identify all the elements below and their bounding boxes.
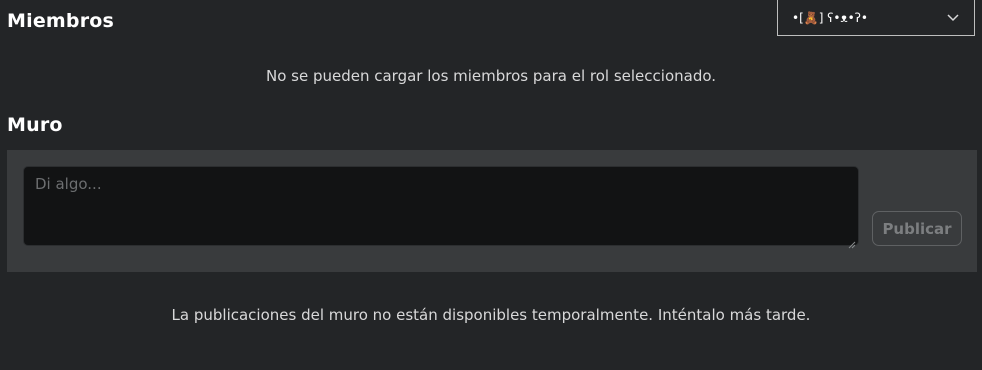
publish-button[interactable]: Publicar <box>872 211 962 246</box>
resize-grip-icon[interactable] <box>848 235 856 249</box>
members-section-title: Miembros <box>7 10 115 32</box>
wall-error-message: La publicaciones del muro no están dispo… <box>171 306 811 324</box>
wall-section-title: Muro <box>7 114 63 136</box>
group-page: Miembros •[🧸] ʕ•ᴥ•ʔ• No se pueden cargar… <box>0 0 982 370</box>
wall-post-composer: Di algo... Publicar <box>7 150 977 272</box>
members-error-message: No se pueden cargar los miembros para el… <box>265 67 717 85</box>
wall-post-placeholder: Di algo... <box>35 175 102 193</box>
role-select-value: •[🧸] ʕ•ᴥ•ʔ• <box>792 10 868 25</box>
role-select-dropdown[interactable]: •[🧸] ʕ•ᴥ•ʔ• <box>777 0 975 36</box>
wall-post-input[interactable]: Di algo... <box>23 166 859 249</box>
chevron-down-icon <box>946 11 960 25</box>
